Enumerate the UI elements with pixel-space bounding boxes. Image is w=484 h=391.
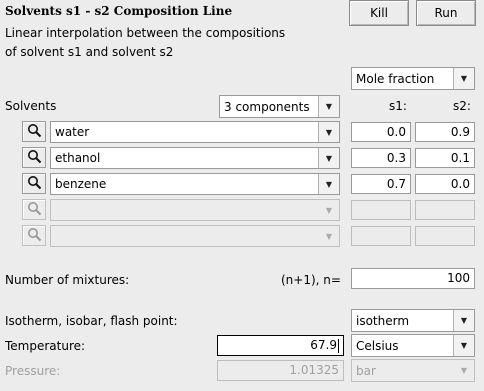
s1-fraction-input[interactable]: 0.7	[351, 174, 411, 194]
chevron-down-icon: ▼	[319, 226, 339, 246]
search-icon	[27, 201, 42, 219]
condition-type-select[interactable]: isotherm ▼	[351, 309, 475, 332]
pressure-unit-value: bar	[356, 363, 376, 378]
text-caret	[338, 338, 339, 353]
solvent-name: ethanol	[55, 151, 101, 165]
solvent-name: water	[55, 125, 90, 139]
temperature-input[interactable]: 67.9	[217, 335, 344, 356]
chevron-down-icon: ▼	[454, 360, 474, 381]
composition-unit-select[interactable]: Mole fraction ▼	[351, 67, 475, 90]
temperature-value: 67.9	[310, 338, 337, 352]
s2-fraction-input[interactable]: 0.1	[415, 148, 475, 168]
window-title: Solvents s1 - s2 Composition Line	[5, 4, 233, 18]
mixtures-formula: (n+1), n=	[281, 273, 341, 287]
chevron-down-icon: ▼	[453, 310, 474, 331]
solvent-name: benzene	[55, 177, 107, 191]
run-button[interactable]: Run	[416, 0, 476, 26]
chevron-down-icon: ▼	[453, 68, 474, 89]
chevron-down-icon: ▼	[318, 174, 339, 194]
component-count-value: 3 components	[224, 99, 310, 114]
chevron-down-icon: ▼	[318, 96, 339, 117]
column-header-s2: s2:	[453, 99, 471, 113]
mixtures-count-input[interactable]: 100	[351, 268, 475, 289]
mixtures-label: Number of mixtures:	[5, 273, 130, 287]
s1-fraction-input[interactable]	[351, 226, 411, 246]
s2-fraction-input[interactable]	[415, 226, 475, 246]
solvent-search-button[interactable]	[22, 147, 46, 168]
solvent-select[interactable]: ethanol ▼	[50, 147, 340, 169]
solvent-select[interactable]: ▼	[50, 199, 340, 221]
kill-button[interactable]: Kill	[349, 0, 409, 26]
solvent-search-button[interactable]	[22, 121, 46, 142]
chevron-down-icon: ▼	[318, 122, 339, 142]
search-icon	[27, 175, 42, 193]
s2-fraction-input[interactable]	[415, 200, 475, 220]
search-icon	[27, 227, 42, 245]
s1-fraction-input[interactable]: 0.3	[351, 148, 411, 168]
chevron-down-icon: ▼	[319, 200, 339, 220]
column-header-s1: s1:	[389, 99, 407, 113]
description-line-1: Linear interpolation between the composi…	[5, 26, 286, 40]
chevron-down-icon: ▼	[453, 335, 474, 356]
solvent-select[interactable]: water ▼	[50, 121, 340, 143]
solvent-select[interactable]: ▼	[50, 225, 340, 247]
solvent-select[interactable]: benzene ▼	[50, 173, 340, 195]
description-line-2: of solvent s1 and solvent s2	[5, 45, 174, 59]
component-count-select[interactable]: 3 components ▼	[219, 95, 340, 118]
condition-type-value: isotherm	[356, 313, 410, 328]
s2-fraction-input[interactable]: 0.9	[415, 122, 475, 142]
s1-fraction-input[interactable]	[351, 200, 411, 220]
pressure-input[interactable]: 1.01325	[217, 360, 344, 381]
search-icon	[27, 123, 42, 141]
pressure-label: Pressure:	[5, 364, 61, 378]
search-icon	[27, 149, 42, 167]
s1-fraction-input[interactable]: 0.0	[351, 122, 411, 142]
solvents-label: Solvents	[5, 99, 57, 113]
pressure-unit-select[interactable]: bar ▼	[351, 359, 475, 382]
chevron-down-icon: ▼	[318, 148, 339, 168]
solvent-search-button[interactable]	[22, 199, 46, 220]
condition-type-label: Isotherm, isobar, flash point:	[5, 314, 178, 328]
composition-unit-value: Mole fraction	[356, 71, 435, 86]
temperature-unit-select[interactable]: Celsius ▼	[351, 334, 475, 357]
solvent-search-button[interactable]	[22, 173, 46, 194]
s2-fraction-input[interactable]: 0.0	[415, 174, 475, 194]
temperature-unit-value: Celsius	[356, 338, 399, 353]
solvent-search-button[interactable]	[22, 225, 46, 246]
temperature-label: Temperature:	[5, 339, 86, 353]
